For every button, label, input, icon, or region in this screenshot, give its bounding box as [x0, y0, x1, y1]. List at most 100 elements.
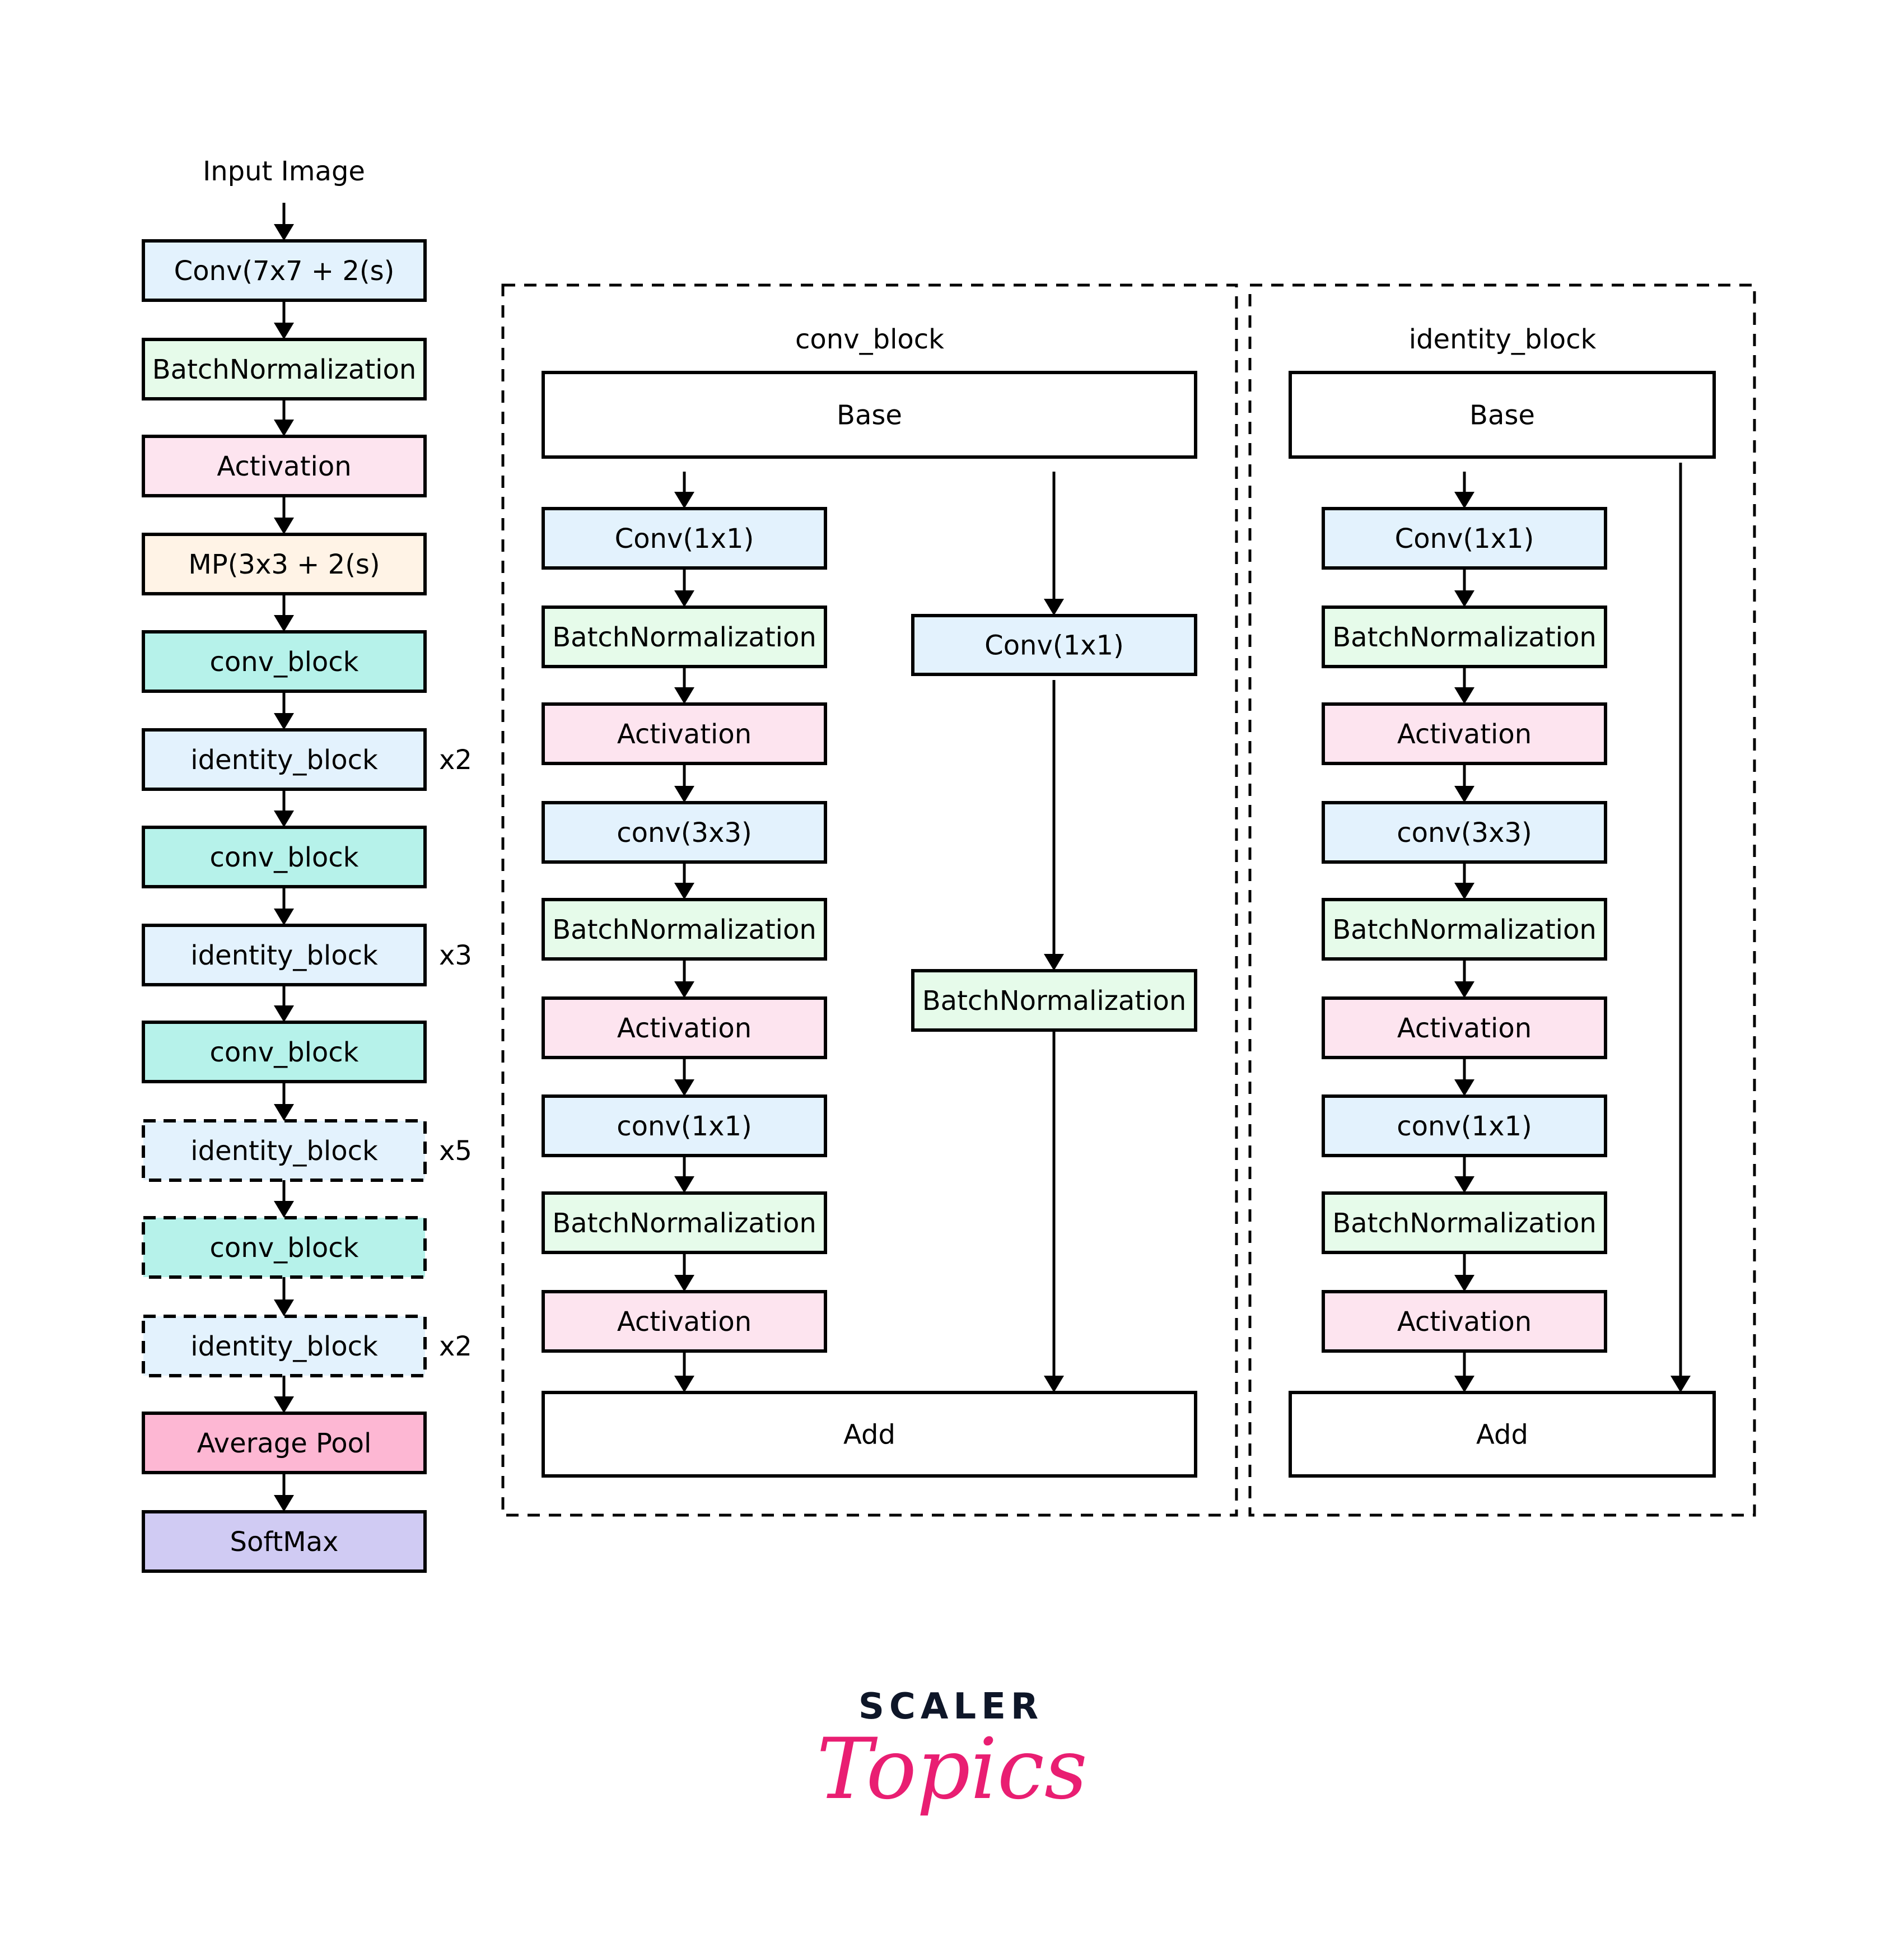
main-path-node-activation-label: Activation	[1397, 719, 1532, 750]
arrowhead-icon	[274, 1495, 294, 1512]
pipeline-node-conv: Conv(7x7 + 2(s)	[142, 239, 427, 302]
arrow-main	[1454, 1058, 1474, 1096]
main-path-node-activation-label: Activation	[1397, 1013, 1532, 1044]
resnet-architecture-diagram: Input Image Conv(7x7 + 2(s) BatchNormaliz…	[142, 156, 1756, 1818]
arrowhead-icon	[274, 1396, 294, 1413]
shortcut-node-conv-label: Conv(1x1)	[984, 630, 1124, 662]
shortcut-node-batchnorm: BatchNormalization	[911, 969, 1197, 1032]
arrowhead-icon	[274, 713, 294, 730]
arrow-pipeline	[274, 496, 294, 534]
repeat-count-label: x5	[439, 1135, 472, 1167]
arrow-main	[674, 1058, 694, 1096]
pipeline-node-softmax-label: SoftMax	[230, 1526, 339, 1558]
add-node-label: Add	[843, 1419, 895, 1451]
base-node: Base	[1289, 371, 1716, 459]
arrowhead-icon	[1044, 954, 1064, 971]
main-path-node-batchnorm-label: BatchNormalization	[552, 914, 816, 945]
arrow-main	[1454, 472, 1474, 509]
pipeline-node-conv-block: conv_block	[142, 1021, 427, 1083]
shortcut-node-batchnorm-label: BatchNormalization	[922, 985, 1187, 1017]
main-path-node-batchnorm-label: BatchNormalization	[1332, 622, 1597, 653]
main-path-node-conv: conv(1x1)	[1322, 1094, 1607, 1157]
arrow-shortcut	[1670, 463, 1691, 1392]
arrow-pipeline	[274, 1473, 294, 1512]
arrowhead-icon	[674, 492, 694, 509]
arrowhead-icon	[674, 590, 694, 607]
arrow-pipeline	[274, 1277, 294, 1316]
main-path-node-activation-label: Activation	[617, 719, 752, 750]
scaler-topics-logo: SCALER Topics	[816, 1686, 1088, 1818]
arrowhead-icon	[274, 518, 294, 534]
arrow-main	[1454, 763, 1474, 803]
pipeline-node-maxpool: MP(3x3 + 2(s)	[142, 533, 427, 595]
main-path-node-batchnorm: BatchNormalization	[1322, 1191, 1607, 1254]
arrowhead-icon	[1670, 1376, 1691, 1392]
arrow-main	[674, 472, 694, 509]
identity-block-panel: identity_block Base Add Conv(1x1) BatchNorm…	[1248, 283, 1756, 1517]
pipeline-node-identity-block: identity_block	[142, 1119, 427, 1182]
arrow-pipeline	[274, 594, 294, 632]
arrowhead-icon	[1454, 981, 1474, 998]
arrowhead-icon	[1454, 590, 1474, 607]
shortcut-node-conv: Conv(1x1)	[911, 614, 1197, 676]
arrowhead-icon	[674, 1079, 694, 1096]
main-path-node-conv-label: conv(3x3)	[1397, 817, 1532, 849]
arrow-main	[674, 667, 694, 704]
arrow-main	[1454, 862, 1474, 900]
arrow-pipeline	[274, 1180, 294, 1218]
arrow-shortcut	[1044, 472, 1064, 616]
arrow-main	[1454, 1252, 1474, 1292]
main-path-node-conv-label: Conv(1x1)	[1395, 523, 1534, 555]
arrow-main	[1454, 1156, 1474, 1193]
repeat-count-label: x3	[439, 940, 472, 971]
arrowhead-icon	[1454, 492, 1474, 509]
arrow-main	[674, 959, 694, 998]
arrow-pipeline	[274, 691, 294, 730]
arrow-main	[1454, 1351, 1474, 1392]
main-path-node-activation: Activation	[1322, 996, 1607, 1059]
pipeline-node-activation: Activation	[142, 435, 427, 497]
main-path-node-activation: Activation	[1322, 702, 1607, 765]
logo-topics-text: Topics	[816, 1721, 1088, 1818]
main-path-node-conv: conv(3x3)	[542, 801, 827, 864]
main-path-node-batchnorm: BatchNormalization	[1322, 605, 1607, 668]
arrowhead-icon	[1454, 883, 1474, 900]
main-path-node-activation: Activation	[542, 996, 827, 1059]
pipeline-node-average-pool-label: Average Pool	[197, 1428, 372, 1459]
arrowhead-icon	[274, 420, 294, 436]
arrow-main	[674, 1351, 694, 1392]
arrowhead-icon	[1454, 1376, 1474, 1392]
main-path-node-batchnorm: BatchNormalization	[1322, 898, 1607, 961]
pipeline-node-identity-block-label: identity_block	[190, 744, 378, 776]
add-node: Add	[542, 1391, 1197, 1478]
arrow-main	[1454, 959, 1474, 998]
arrowhead-icon	[674, 1275, 694, 1292]
arrow-main	[1454, 568, 1474, 607]
repeat-count-label: x2	[439, 744, 472, 776]
arrow-shortcut	[1044, 1030, 1064, 1392]
arrowhead-icon	[274, 1299, 294, 1316]
arrowhead-icon	[1044, 599, 1064, 616]
arrow-main	[1454, 667, 1474, 704]
input-image-label: Input Image	[203, 156, 365, 187]
arrow-pipeline	[274, 887, 294, 925]
main-path-node-conv: conv(1x1)	[542, 1094, 827, 1157]
arrowhead-icon	[1454, 687, 1474, 704]
main-path-node-activation: Activation	[1322, 1290, 1607, 1353]
conv-block-panel: conv_block Base Add Conv(1x1) BatchNormaliz…	[501, 283, 1238, 1517]
arrowhead-icon	[274, 1201, 294, 1218]
pipeline-node-conv-block-label: conv_block	[210, 1037, 359, 1068]
arrow-pipeline	[274, 399, 294, 436]
arrowhead-icon	[274, 1104, 294, 1121]
arrow-main	[674, 1252, 694, 1292]
pipeline-node-conv-block: conv_block	[142, 630, 427, 693]
add-node: Add	[1289, 1391, 1716, 1478]
main-path-node-conv-label: Conv(1x1)	[615, 523, 754, 555]
arrowhead-icon	[274, 909, 294, 925]
main-path-node-activation-label: Activation	[1397, 1306, 1532, 1338]
arrowhead-icon	[674, 786, 694, 803]
arrow-main	[674, 568, 694, 607]
pipeline-node-identity-block: identity_block	[142, 924, 427, 986]
arrowhead-icon	[1454, 1079, 1474, 1096]
main-path-node-batchnorm-label: BatchNormalization	[1332, 914, 1597, 945]
